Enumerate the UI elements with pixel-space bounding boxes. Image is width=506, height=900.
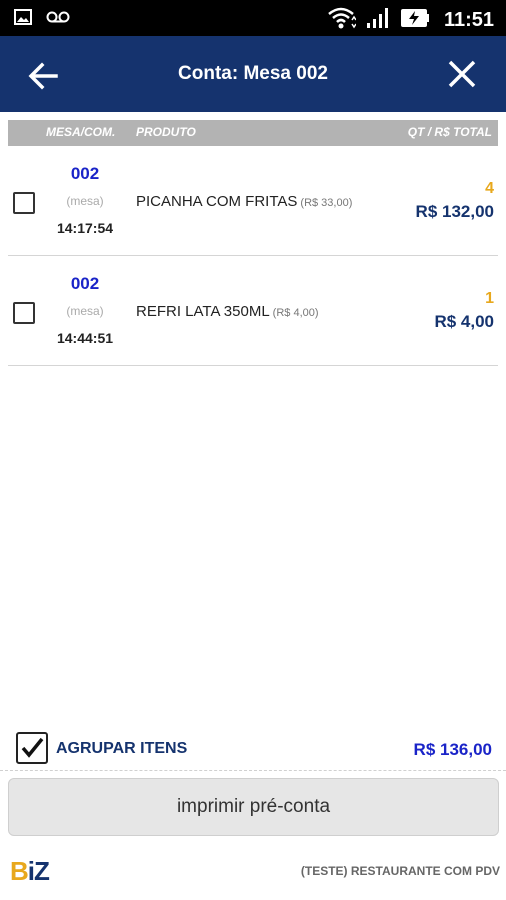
row-produto: REFRI LATA 350ML (R$ 4,00) [136,303,319,320]
battery-charging-icon [400,8,430,33]
row-mesa: 002 [70,164,100,183]
row-checkbox[interactable] [13,302,35,324]
close-button[interactable] [444,56,480,92]
row-time: 14:17:54 [56,220,114,236]
row-unit-price: (R$ 33,00) [300,197,353,209]
row-unit-price: (R$ 4,00) [272,307,319,319]
signal-icon [366,7,390,34]
row-produto-name: REFRI LATA 350ML [136,303,270,320]
column-header-mesa: MESA/COM. [46,125,116,139]
table-row[interactable]: 002 (mesa) 14:44:51 REFRI LATA 350ML (R$ … [8,256,498,366]
divider [0,770,506,771]
row-produto: PICANHA COM FRITAS (R$ 33,00) [136,193,352,210]
column-header-produto: PRODUTO [136,125,196,139]
app-bar: Conta: Mesa 002 [0,36,506,112]
row-produto-name: PICANHA COM FRITAS [136,193,298,210]
grand-total: R$ 136,00 [413,740,492,759]
row-time: 14:44:51 [56,330,114,346]
row-total: R$ 4,00 [434,312,494,331]
page-title: Conta: Mesa 002 [178,63,328,84]
row-mesa-type: (mesa) [66,194,104,208]
print-pre-bill-button[interactable]: imprimir pré-conta [8,778,499,836]
checkmark-icon [21,737,44,758]
image-icon [14,9,32,30]
group-items-checkbox[interactable] [16,732,48,764]
biz-logo: BiZ [10,856,50,886]
column-header-total: QT / R$ TOTAL [407,125,492,139]
group-items-label[interactable]: AGRUPAR ITENS [56,740,187,758]
row-mesa: 002 [70,274,100,293]
row-qty: 1 [485,290,494,307]
voicemail-icon [46,10,70,29]
restaurant-name: (TESTE) RESTAURANTE COM PDV [300,864,500,878]
row-qty: 4 [485,180,494,197]
wifi-icon [326,6,357,35]
table-row[interactable]: 002 (mesa) 14:17:54 PICANHA COM FRITAS (R… [8,146,498,256]
close-icon [448,60,476,88]
status-bar: 11:51 [0,0,506,36]
row-checkbox[interactable] [13,192,35,214]
row-total: R$ 132,00 [415,202,494,221]
row-mesa-type: (mesa) [66,304,104,318]
table-header: MESA/COM. PRODUTO QT / R$ TOTAL [8,120,498,146]
status-time: 11:51 [443,9,494,31]
